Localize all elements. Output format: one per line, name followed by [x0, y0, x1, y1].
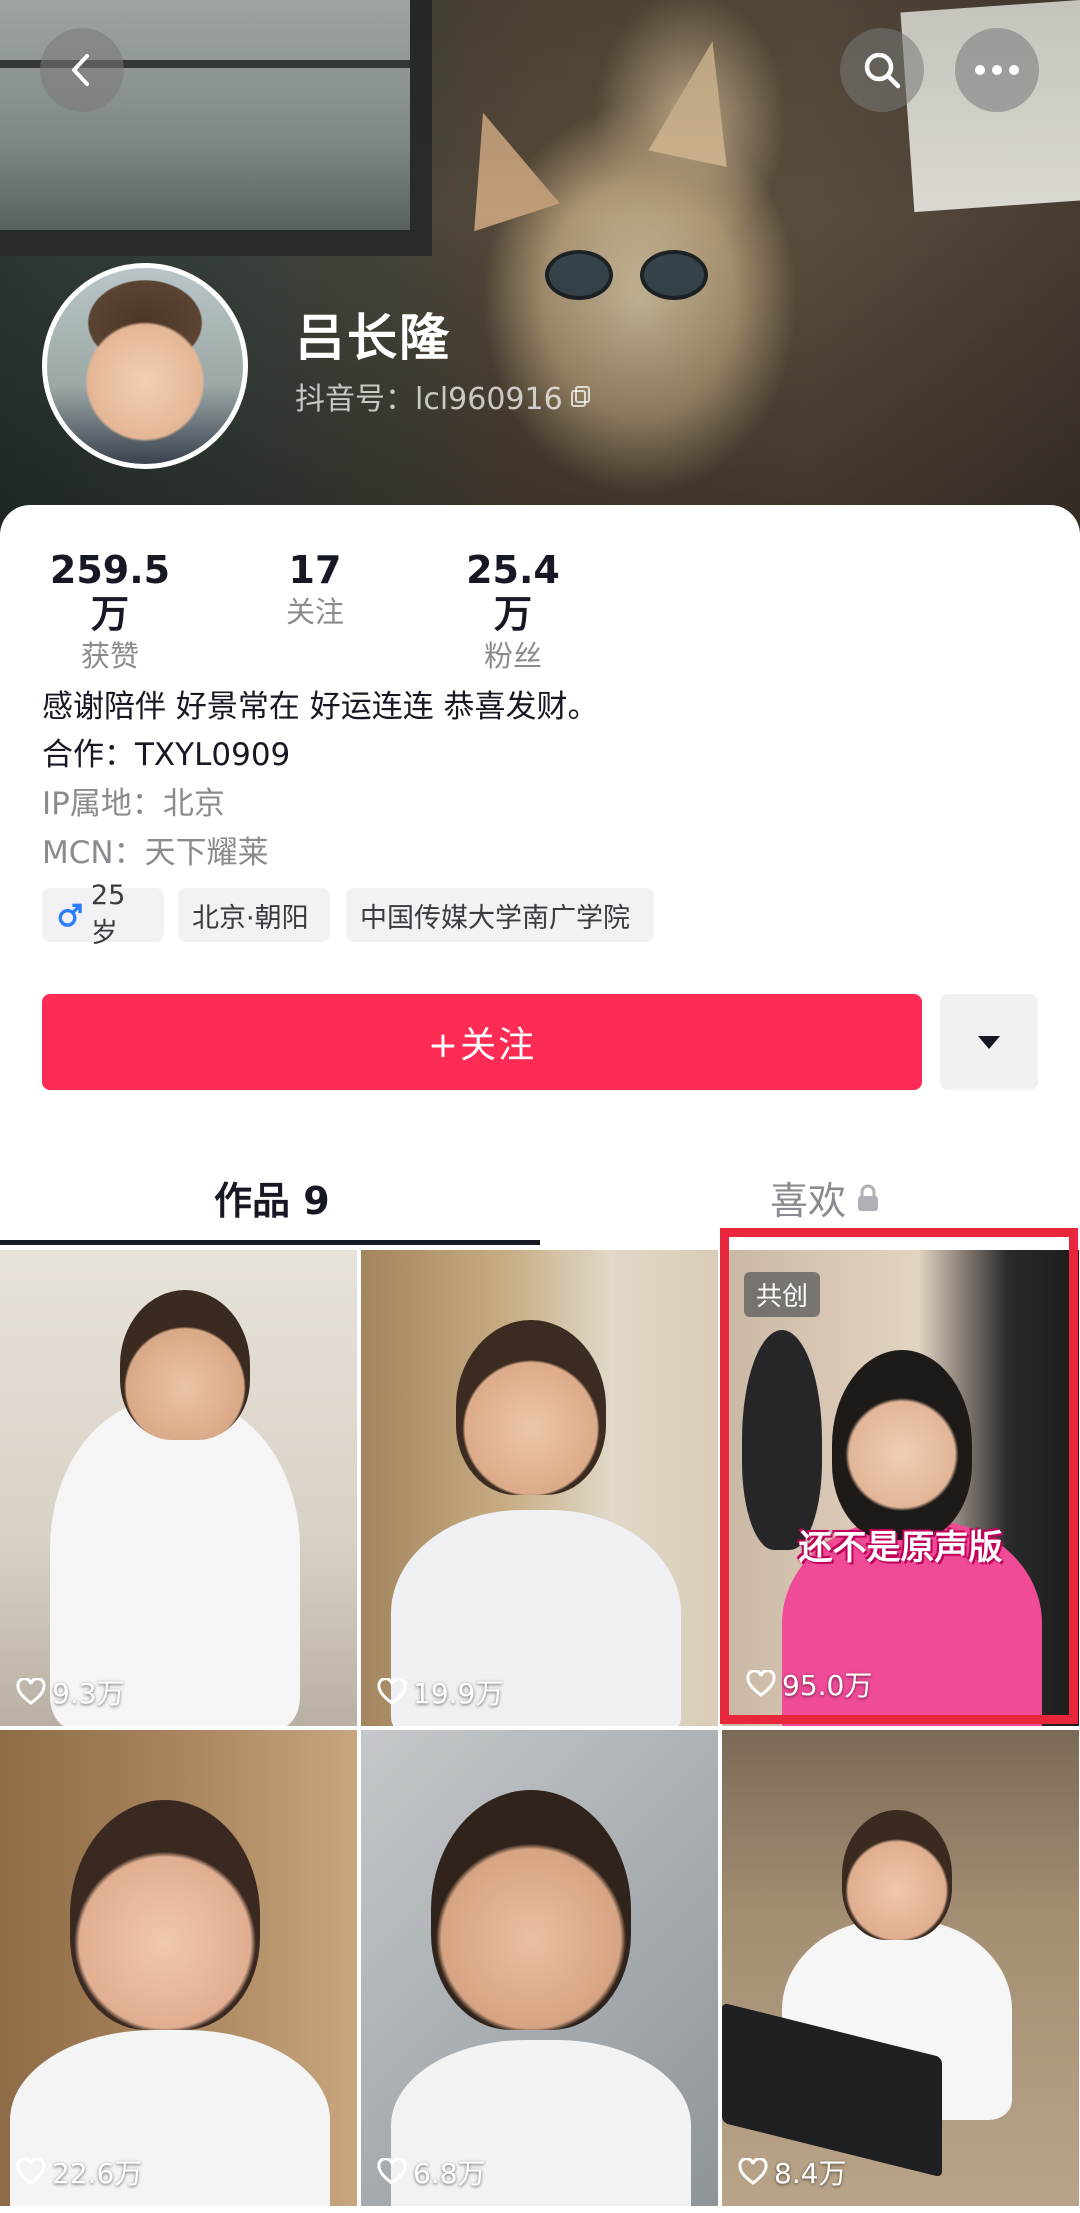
video-likes: 22.6万 [16, 2152, 142, 2192]
video-person [832, 1350, 972, 1540]
bio-signature: 感谢陪伴 好景常在 好运连连 恭喜发财。 [42, 689, 599, 725]
video-likes-count: 8.4万 [774, 2157, 847, 2190]
video-likes: 19.9万 [377, 1672, 503, 1712]
video-person [842, 1810, 952, 1940]
video-likes: 8.4万 [738, 2152, 847, 2192]
video-person [456, 1320, 606, 1495]
copy-icon[interactable] [569, 384, 593, 408]
stat-label: 关注 [285, 595, 344, 629]
recommend-dropdown-button[interactable] [940, 994, 1038, 1090]
stat-value: 25.4万 [466, 548, 560, 636]
bio-mcn: MCN：天下耀莱 [42, 835, 269, 871]
search-button[interactable] [840, 28, 924, 112]
lock-icon [858, 1184, 879, 1211]
tag-location: 北京·朝阳 [178, 888, 330, 942]
stat-value: 259.5万 [49, 548, 171, 636]
video-likes: 6.8万 [377, 2152, 486, 2192]
back-button[interactable] [40, 28, 124, 112]
heart-icon [16, 2158, 46, 2185]
tab-likes[interactable]: 喜欢 [770, 1170, 880, 1225]
bio-cooperation: 合作：TXYL0909 [42, 737, 291, 773]
video-tile[interactable]: 6.8万 [361, 1730, 718, 2206]
more-button[interactable] [955, 28, 1039, 112]
video-person [120, 1290, 250, 1440]
co-create-badge: 共创 [744, 1272, 821, 1317]
stat-likes[interactable]: 259.5万 获赞 [42, 548, 178, 676]
heart-icon [738, 2158, 768, 2185]
stat-label: 粉丝 [483, 639, 542, 673]
heart-icon [377, 2158, 407, 2185]
video-tile[interactable]: 8.4万 [722, 1730, 1079, 2206]
chevron-left-icon [72, 54, 89, 86]
tab-works[interactable]: 作品 9 [214, 1170, 330, 1225]
video-likes-count: 6.8万 [413, 2157, 486, 2190]
video-likes-count: 19.9万 [413, 1677, 504, 1710]
caret-down-icon [978, 1036, 1000, 1049]
male-icon [58, 903, 82, 927]
stat-value: 17 [288, 548, 342, 592]
douyin-id-text: 抖音号：lcl960916 [295, 382, 563, 417]
profile-name: 吕长隆 [295, 309, 451, 367]
video-tile[interactable]: 9.3万 [0, 1250, 357, 1726]
more-horizontal-icon [975, 65, 1019, 75]
video-person [742, 1330, 822, 1550]
stat-following[interactable]: 17 关注 [270, 548, 360, 632]
video-likes: 9.3万 [16, 1672, 125, 1712]
video-likes-count: 9.3万 [52, 1677, 125, 1710]
bio-ip-location: IP属地：北京 [42, 786, 225, 822]
tag-age-text: 25岁 [90, 880, 126, 949]
heart-icon [377, 1678, 407, 1705]
video-person [431, 1790, 631, 2030]
tag-gender-age: 25岁 [42, 880, 164, 949]
tag-school: 中国传媒大学南广学院 [346, 888, 654, 942]
heart-icon [746, 1670, 776, 1697]
heart-icon [16, 1678, 46, 1705]
video-tile[interactable]: 19.9万 [361, 1250, 718, 1726]
video-person [70, 1800, 260, 2030]
stat-label: 获赞 [80, 639, 139, 673]
video-likes-count: 95.0万 [782, 1669, 873, 1702]
avatar[interactable] [42, 263, 248, 469]
video-likes: 95.0万 [746, 1664, 872, 1704]
tab-indicator [0, 1240, 540, 1245]
douyin-id[interactable]: 抖音号：lcl960916 [295, 374, 593, 418]
follow-button[interactable]: +关注 [42, 994, 922, 1090]
tab-works-label: 作品 9 [214, 1179, 330, 1223]
video-likes-count: 22.6万 [52, 2157, 143, 2190]
video-tile[interactable]: 22.6万 [0, 1730, 357, 2206]
tab-likes-label: 喜欢 [770, 1179, 847, 1223]
stat-followers[interactable]: 25.4万 粉丝 [448, 548, 578, 676]
search-icon [864, 52, 901, 89]
video-tile-highlighted[interactable]: 共创 还不是原声版 95.0万 [722, 1250, 1079, 1726]
video-caption: 还不是原声版 [798, 1528, 1003, 1568]
